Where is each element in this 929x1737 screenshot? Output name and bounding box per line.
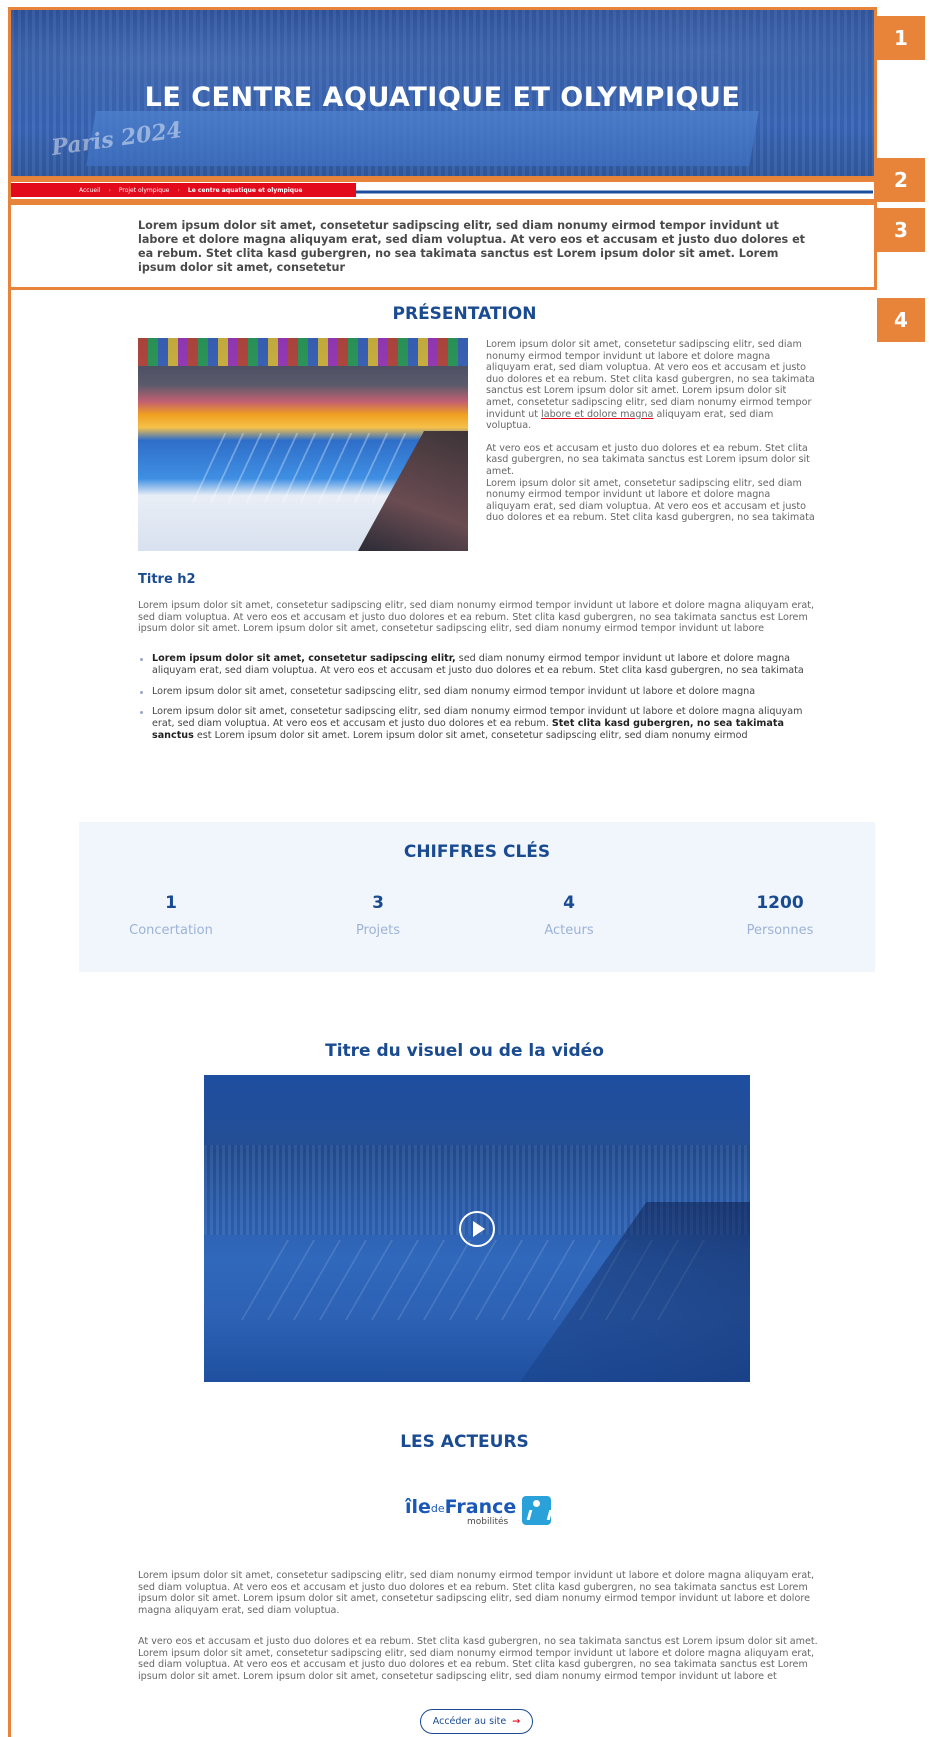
video-player[interactable] (204, 1075, 750, 1382)
list-item: Lorem ipsum dolor sit amet, consetetur s… (138, 653, 818, 678)
key-figure-value: 3 (372, 893, 384, 913)
breadcrumb: Accueil › Projet olympique › Le centre a… (11, 183, 356, 197)
breadcrumb-separator: › (177, 186, 180, 194)
video-title: Titre du visuel ou de la vidéo (325, 1041, 604, 1061)
key-figure-value: 1 (165, 893, 177, 913)
presentation-paragraph: At vero eos et accusam et justo duo dolo… (486, 442, 810, 477)
key-figure-label: Projets (355, 923, 401, 938)
list-item: Lorem ipsum dolor sit amet, consetetur s… (138, 706, 818, 743)
actors-paragraph: Lorem ipsum dolor sit amet, consetetur s… (138, 1570, 815, 1616)
hero-banner: Paris 2024 LE CENTRE AQUATIQUE ET OLYMPI… (11, 10, 874, 176)
breadcrumb-parent[interactable]: Projet olympique (119, 187, 170, 194)
visit-site-button[interactable]: Accéder au site → (420, 1709, 533, 1734)
key-figure-label: Personnes (746, 923, 814, 938)
intro-text: Lorem ipsum dolor sit amet, consetetur s… (138, 219, 806, 274)
key-figure-value: 1200 (756, 893, 804, 913)
logo-text-france: France (444, 1496, 517, 1518)
presentation-paragraph: Lorem ipsum dolor sit amet, consetetur s… (486, 477, 815, 524)
key-figure: 4 Acteurs (479, 893, 659, 938)
flags-decoration (138, 338, 468, 366)
idf-mobilites-logo[interactable]: île de France mobilités (405, 1496, 552, 1528)
presentation-link[interactable]: labore et dolore magna (541, 409, 653, 420)
breadcrumb-current: Le centre aquatique et olympique (187, 186, 303, 194)
key-figure-label: Concertation (129, 923, 213, 938)
actors-paragraph: At vero eos et accusam et justo duo dolo… (138, 1636, 818, 1682)
list-item-bold: Lorem ipsum dolor sit amet, consetetur s… (152, 653, 456, 664)
person-icon (522, 1496, 552, 1525)
annotation-badge-1: 1 (877, 16, 925, 60)
play-icon[interactable] (459, 1211, 495, 1247)
visit-site-label: Accéder au site (432, 1716, 507, 1727)
presentation-title: PRÉSENTATION (392, 304, 537, 324)
annotation-frame-4 (8, 288, 11, 1737)
list-item: Lorem ipsum dolor sit amet, consetetur s… (138, 686, 818, 698)
bullet-list: Lorem ipsum dolor sit amet, consetetur s… (138, 653, 818, 751)
presentation-text: Lorem ipsum dolor sit amet, consetetur s… (486, 339, 816, 524)
list-item-text: est Lorem ipsum dolor sit amet. Lorem ip… (193, 730, 748, 742)
page-title: LE CENTRE AQUATIQUE ET OLYMPIQUE (144, 82, 741, 113)
breadcrumb-separator: › (108, 186, 111, 194)
presentation-image (138, 338, 468, 551)
presentation-text-a: Lorem ipsum dolor sit amet, consetetur s… (486, 339, 815, 420)
section-h2-body: Lorem ipsum dolor sit amet, consetetur s… (138, 600, 815, 635)
key-figure: 3 Projets (288, 893, 468, 938)
key-figure: 1200 Personnes (690, 893, 870, 938)
logo-text-mobilites: mobilités (467, 1517, 509, 1527)
annotation-badge-2: 2 (877, 158, 925, 202)
breadcrumb-stripe (356, 183, 873, 197)
annotation-badge-3: 3 (877, 208, 925, 252)
logo-text-de: de (430, 1502, 445, 1515)
key-figure-label: Acteurs (544, 923, 594, 938)
key-figures: CHIFFRES CLÉS 1 Concertation 3 Projets 4… (79, 822, 875, 972)
section-h2-title: Titre h2 (138, 572, 196, 587)
arrow-right-icon: → (512, 1716, 521, 1727)
actors-title: LES ACTEURS (400, 1432, 529, 1452)
hero-pool-image (86, 111, 759, 166)
key-figures-title: CHIFFRES CLÉS (403, 842, 551, 862)
key-figure: 1 Concertation (81, 893, 261, 938)
key-figure-value: 4 (563, 893, 575, 913)
logo-text-ile: île (405, 1496, 431, 1518)
presentation-paragraph: Lorem ipsum dolor sit amet, consetetur s… (486, 339, 816, 432)
breadcrumb-home[interactable]: Accueil (79, 187, 100, 194)
